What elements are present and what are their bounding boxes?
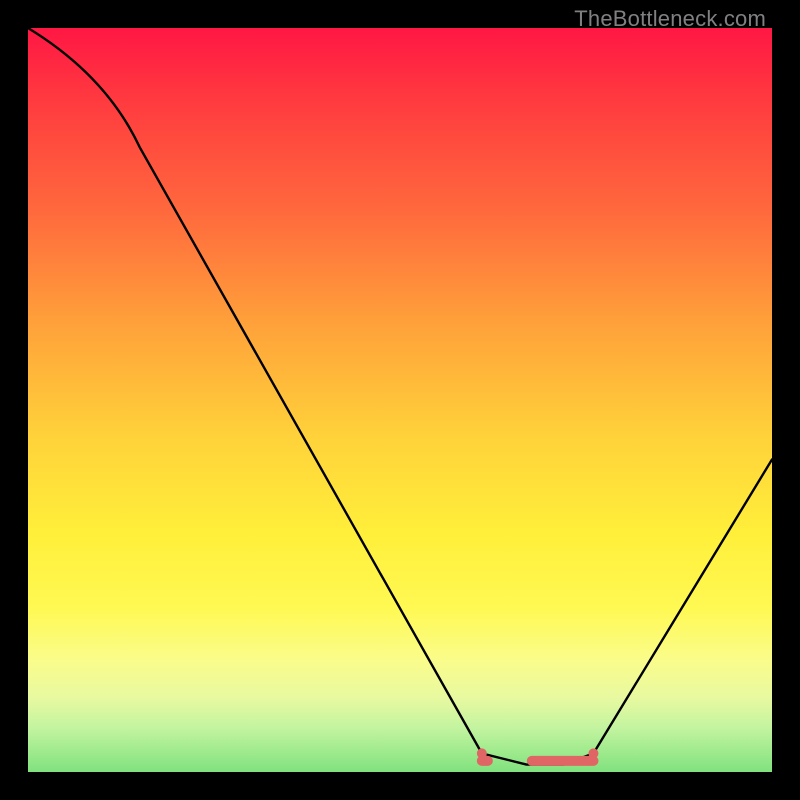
plot-area xyxy=(28,28,772,772)
range-end-dot xyxy=(477,748,487,758)
bottleneck-curve xyxy=(28,28,772,765)
range-end-dot xyxy=(588,748,598,758)
chart-frame: TheBottleneck.com xyxy=(0,0,800,800)
curve-svg xyxy=(28,28,772,772)
attribution-text: TheBottleneck.com xyxy=(574,6,766,32)
curve-group xyxy=(28,28,772,765)
